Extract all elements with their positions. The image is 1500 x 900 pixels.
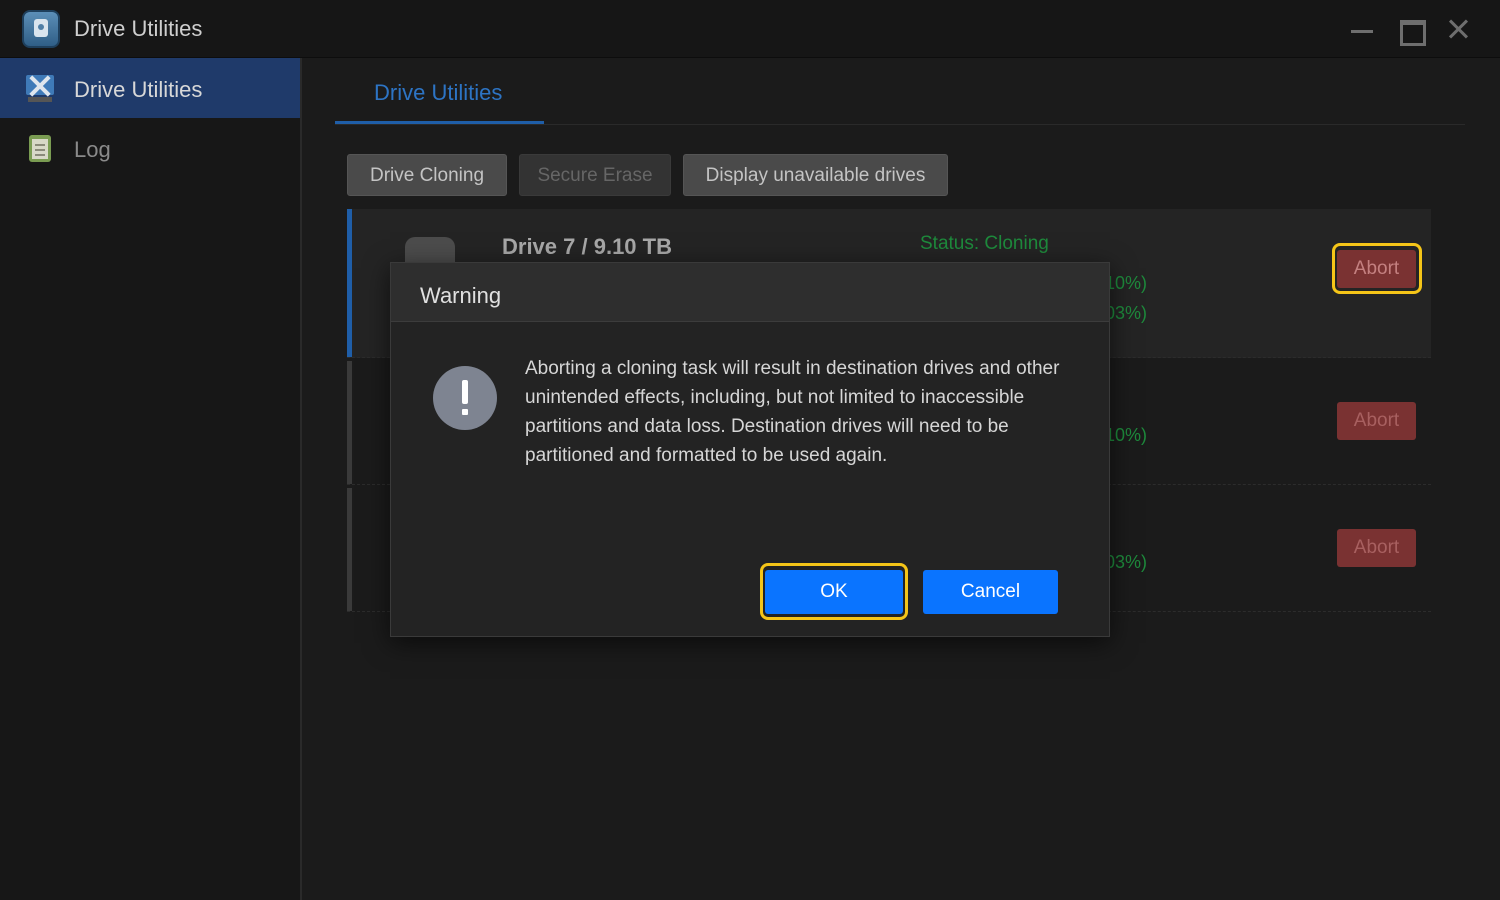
cancel-button[interactable]: Cancel (923, 570, 1058, 614)
highlight-ring (1332, 243, 1422, 294)
sidebar: Drive Utilities Log (0, 58, 302, 900)
tab-label: Drive Utilities (374, 80, 503, 105)
tools-icon (26, 73, 56, 103)
tab-divider (335, 124, 1465, 125)
status-text: Status: Cloning (920, 233, 1049, 254)
sidebar-item-label: Log (74, 137, 111, 162)
dialog-title: Warning (420, 283, 502, 308)
selection-bar (347, 488, 352, 611)
tab-drive-utilities[interactable]: Drive Utilities (335, 58, 544, 125)
minimize-icon[interactable] (1346, 14, 1378, 44)
drive-name: Drive 7 / 9.10 TB (502, 234, 672, 259)
warning-dialog: Warning Aborting a cloning task will res… (390, 262, 1110, 637)
progress-text: 10%) (1105, 273, 1148, 293)
ok-button[interactable]: OK (765, 570, 903, 614)
display-unavailable-drives-button[interactable]: Display unavailable drives (683, 154, 948, 196)
sidebar-item-label: Drive Utilities (74, 77, 203, 102)
sidebar-item-log[interactable]: Log (0, 118, 300, 178)
selection-bar (347, 361, 352, 484)
abort-button[interactable]: Abort (1337, 402, 1416, 440)
app-icon (22, 10, 60, 48)
selection-bar (347, 209, 352, 357)
sidebar-item-drive-utilities[interactable]: Drive Utilities (0, 58, 300, 118)
maximize-icon[interactable] (1394, 14, 1426, 46)
close-icon[interactable] (1442, 14, 1474, 44)
window-title: Drive Utilities (74, 16, 203, 41)
log-icon (26, 133, 56, 163)
progress-text: 03%) (1105, 303, 1148, 323)
dialog-message: Aborting a cloning task will result in d… (525, 358, 1060, 466)
exclamation-icon (433, 366, 497, 430)
progress-text: 03%) (1105, 552, 1148, 572)
dialog-header: Warning (391, 263, 1109, 322)
drive-cloning-button[interactable]: Drive Cloning (347, 154, 507, 196)
secure-erase-button[interactable]: Secure Erase (519, 154, 671, 196)
title-bar: Drive Utilities (0, 0, 1500, 58)
abort-button[interactable]: Abort (1337, 529, 1416, 567)
progress-text: 10%) (1105, 425, 1148, 445)
